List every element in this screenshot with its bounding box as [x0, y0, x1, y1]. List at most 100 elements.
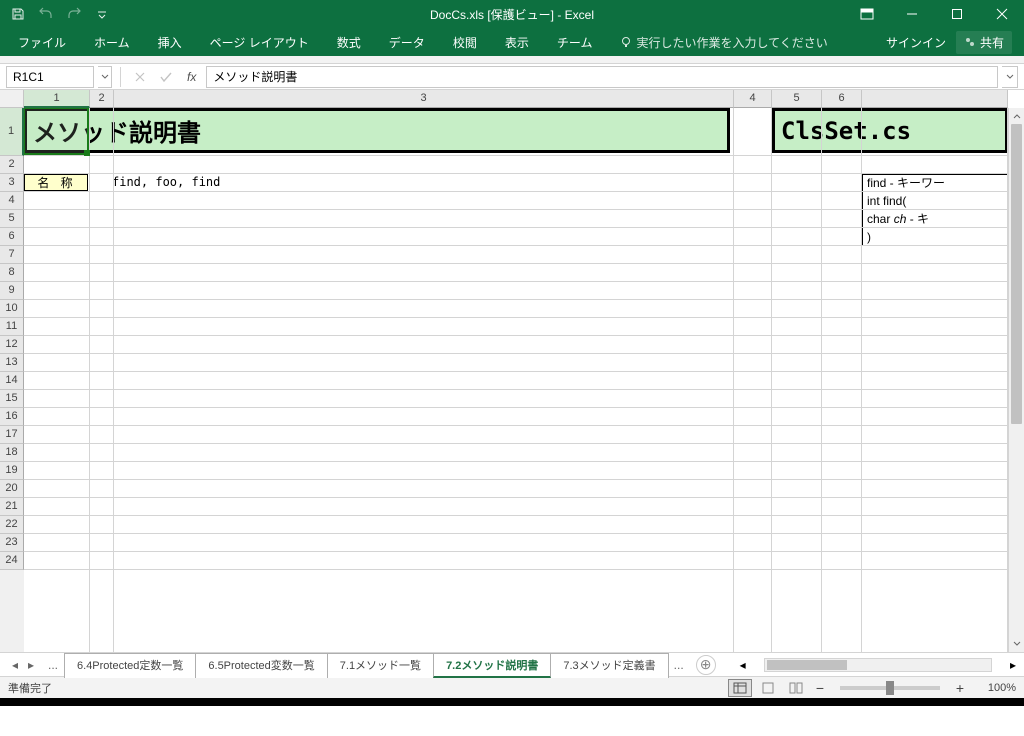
sheet-nav-prev[interactable]: ▸ [24, 656, 38, 674]
tab-home[interactable]: ホーム [80, 28, 144, 57]
window-controls [844, 0, 1024, 28]
tab-team[interactable]: チーム [543, 28, 607, 57]
tab-review[interactable]: 校閲 [439, 28, 491, 57]
zoom-slider[interactable] [840, 686, 940, 690]
title-block-filename: ClsSet.cs [772, 108, 1008, 153]
row-header-2[interactable]: 2 [0, 156, 24, 174]
ribbon-tabs: ファイル ホーム 挿入 ページ レイアウト 数式 データ 校閲 表示 チーム 実… [0, 28, 1024, 56]
sheet-tab-4[interactable]: 7.3メソッド定義書 [550, 653, 668, 678]
scroll-up-button[interactable] [1009, 108, 1024, 124]
new-sheet-button[interactable]: ⊕ [696, 655, 716, 675]
qat-customize-icon[interactable] [92, 4, 112, 24]
name-box-dropdown[interactable] [98, 66, 112, 88]
view-normal-button[interactable] [728, 679, 752, 697]
tab-page-layout[interactable]: ページ レイアウト [196, 28, 323, 57]
column-header-6[interactable]: 6 [822, 90, 862, 108]
undo-icon[interactable] [36, 4, 56, 24]
share-label: 共有 [980, 34, 1004, 51]
redo-icon[interactable] [64, 4, 84, 24]
row-header-20[interactable]: 20 [0, 480, 24, 498]
tab-file[interactable]: ファイル [4, 28, 80, 57]
column-header-3[interactable]: 3 [114, 90, 734, 108]
title-bar: DocCs.xls [保護ビュー] - Excel [0, 0, 1024, 28]
column-header-1[interactable]: 1 [24, 90, 90, 108]
row-header-10[interactable]: 10 [0, 300, 24, 318]
view-page-layout-button[interactable] [756, 679, 780, 697]
vertical-scroll-thumb[interactable] [1011, 124, 1022, 424]
horizontal-scroll-area: ◂ ▸ [736, 658, 1020, 672]
row-header-19[interactable]: 19 [0, 462, 24, 480]
row-header-5[interactable]: 5 [0, 210, 24, 228]
tab-view[interactable]: 表示 [491, 28, 543, 57]
sheet-tab-3[interactable]: 7.2メソッド説明書 [433, 653, 551, 678]
maximize-button[interactable] [934, 0, 979, 28]
view-page-break-button[interactable] [784, 679, 808, 697]
row-header-13[interactable]: 13 [0, 354, 24, 372]
tab-data[interactable]: データ [375, 28, 439, 57]
select-all-corner[interactable] [0, 90, 24, 108]
tab-insert[interactable]: 挿入 [144, 28, 196, 57]
row-header-3[interactable]: 3 [0, 174, 24, 192]
name-box[interactable]: R1C1 [6, 66, 94, 88]
zoom-slider-thumb[interactable] [886, 681, 894, 695]
row-header-22[interactable]: 22 [0, 516, 24, 534]
row-header-18[interactable]: 18 [0, 444, 24, 462]
code-block: find - キーワー int find( char ch - キ ) [862, 174, 1008, 246]
vertical-scrollbar[interactable] [1008, 108, 1024, 652]
minimize-button[interactable] [889, 0, 934, 28]
row-header-4[interactable]: 4 [0, 192, 24, 210]
row-header-23[interactable]: 23 [0, 534, 24, 552]
tell-me-search[interactable]: 実行したい作業を入力してください [606, 28, 841, 57]
status-ready: 準備完了 [8, 680, 52, 696]
formula-bar-expand[interactable] [1002, 66, 1018, 88]
row-header-7[interactable]: 7 [0, 246, 24, 264]
enter-formula-button[interactable] [155, 66, 177, 88]
sheet-tab-1[interactable]: 6.5Protected変数一覧 [195, 653, 327, 678]
title-block-main: メソッド説明書 [24, 108, 730, 153]
tab-formulas[interactable]: 数式 [323, 28, 375, 57]
sheet-overflow-right[interactable]: ... [668, 658, 690, 672]
horizontal-scroll-thumb[interactable] [767, 660, 847, 670]
zoom-out-button[interactable]: − [812, 680, 828, 696]
column-header-5[interactable]: 5 [772, 90, 822, 108]
hscroll-left-button[interactable]: ◂ [736, 658, 750, 672]
share-button[interactable]: 共有 [956, 31, 1012, 54]
sheet-tab-2[interactable]: 7.1メソッド一覧 [327, 653, 434, 678]
row-header-6[interactable]: 6 [0, 228, 24, 246]
row-header-15[interactable]: 15 [0, 390, 24, 408]
row-header-17[interactable]: 17 [0, 426, 24, 444]
fx-label[interactable]: fx [181, 70, 202, 84]
row-header-11[interactable]: 11 [0, 318, 24, 336]
row-header-16[interactable]: 16 [0, 408, 24, 426]
save-icon[interactable] [8, 4, 28, 24]
zoom-in-button[interactable]: + [952, 680, 968, 696]
ribbon-display-icon[interactable] [844, 0, 889, 28]
cells-area[interactable]: メソッド説明書 ClsSet.cs 名 称 find, foo, find fi… [24, 108, 1008, 652]
zoom-percentage[interactable]: 100% [972, 682, 1016, 694]
row-header-24[interactable]: 24 [0, 552, 24, 570]
signin-link[interactable]: サインイン [886, 34, 946, 51]
sheet-overflow-left[interactable]: ... [42, 658, 64, 672]
lightbulb-icon [620, 36, 632, 48]
hscroll-right-button[interactable]: ▸ [1006, 658, 1020, 672]
quick-access-toolbar [0, 4, 112, 24]
taskbar-strip [0, 698, 1024, 706]
formula-input[interactable]: メソッド説明書 [206, 66, 998, 88]
row-headers: 123456789101112131415161718192021222324 [0, 108, 24, 652]
cancel-formula-button[interactable] [129, 66, 151, 88]
row-header-21[interactable]: 21 [0, 498, 24, 516]
column-header-2[interactable]: 2 [90, 90, 114, 108]
row-header-8[interactable]: 8 [0, 264, 24, 282]
scroll-down-button[interactable] [1009, 636, 1024, 652]
sheet-tabs-bar: ◂ ▸ ... 6.4Protected定数一覧6.5Protected変数一覧… [0, 652, 1024, 676]
sheet-nav-first[interactable]: ◂ [8, 656, 22, 674]
row-header-12[interactable]: 12 [0, 336, 24, 354]
column-header-4[interactable]: 4 [734, 90, 772, 108]
column-header-7[interactable] [862, 90, 1008, 108]
row-header-9[interactable]: 9 [0, 282, 24, 300]
close-button[interactable] [979, 0, 1024, 28]
row-header-14[interactable]: 14 [0, 372, 24, 390]
row-header-1[interactable]: 1 [0, 108, 24, 156]
horizontal-scrollbar[interactable] [764, 658, 992, 672]
sheet-tab-0[interactable]: 6.4Protected定数一覧 [64, 653, 196, 678]
